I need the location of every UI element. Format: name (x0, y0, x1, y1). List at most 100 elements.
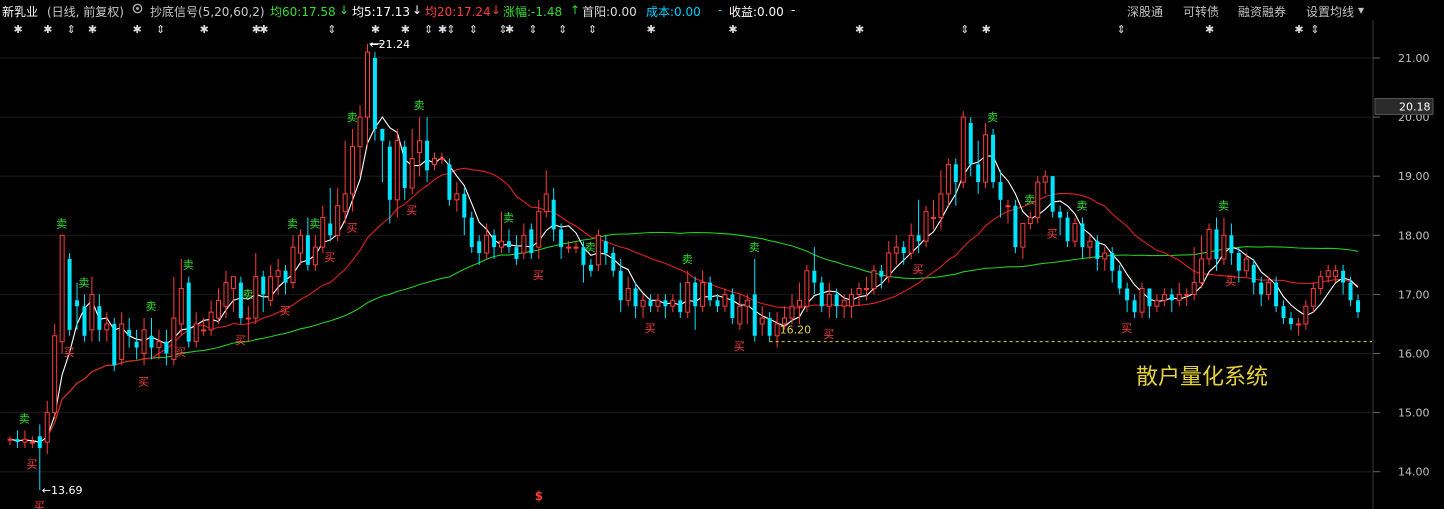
candle (991, 128, 996, 189)
candle (417, 117, 423, 177)
candle-body (1050, 176, 1055, 212)
star-marker: ✱ (401, 23, 410, 36)
candle-body (543, 193, 549, 213)
candle-body (1154, 299, 1160, 307)
candle-body (253, 276, 259, 319)
candle-body (789, 305, 795, 319)
candle (409, 128, 415, 194)
moving-average-lines (9, 116, 1359, 443)
candle (685, 270, 691, 319)
candle-body (350, 146, 356, 195)
candle-body (708, 282, 713, 301)
candle (372, 52, 377, 141)
candle (320, 205, 326, 254)
candle (261, 270, 266, 313)
buy-signal: 买 (913, 263, 924, 276)
candle (253, 253, 259, 324)
candle (953, 158, 958, 206)
candle (328, 188, 333, 242)
candle (380, 128, 385, 183)
candle-body (685, 282, 691, 313)
candle-body (1072, 222, 1078, 242)
candle (15, 430, 20, 449)
candles (7, 43, 1360, 491)
candle (97, 294, 102, 342)
candle (893, 235, 899, 265)
candle-body (863, 287, 869, 290)
sell-signal: 卖 (242, 288, 253, 301)
candle-body (1318, 276, 1324, 289)
candle-body (216, 299, 222, 319)
candle-body (871, 270, 877, 289)
candle (923, 205, 929, 248)
candle-body (261, 276, 266, 295)
candle-body (1087, 240, 1093, 248)
updown-marker: ⇕ (327, 23, 336, 36)
candle-body (945, 163, 951, 195)
star-marker: ✱ (13, 23, 22, 36)
candle-body (1341, 270, 1346, 283)
star-marker: ✱ (1205, 23, 1214, 36)
candle-body (1229, 235, 1234, 254)
candle (744, 294, 750, 324)
candle (492, 229, 497, 259)
candle-body (402, 146, 407, 189)
candle-body (595, 234, 601, 266)
candle (283, 264, 288, 295)
star-marker: ✱ (200, 23, 209, 36)
candle-body (1005, 205, 1011, 208)
candle-body (1139, 287, 1145, 313)
high-label: ←21.24 (369, 38, 410, 51)
support-label: 16.20 (780, 324, 812, 337)
candle-body (536, 211, 542, 248)
candle-body (1191, 282, 1197, 295)
candle-body (730, 294, 735, 319)
candle (223, 270, 229, 319)
candle-body (186, 282, 191, 342)
candle (1117, 264, 1122, 295)
candle-body (960, 116, 966, 183)
candle-body (1333, 270, 1339, 278)
updown-marker: ⇕ (469, 23, 478, 36)
candle (439, 152, 445, 165)
candle (75, 282, 80, 330)
candle-body (104, 323, 110, 331)
candle (998, 170, 1003, 218)
candle-body (1356, 300, 1360, 313)
candle (930, 199, 936, 230)
buy-signal: 买 (347, 222, 358, 235)
candle (462, 188, 467, 236)
candle (1027, 211, 1033, 230)
candle-body (1303, 305, 1309, 325)
top-markers: ✱ ✱ ✱ ✱ ✱ ✱✱ ✱ ✱ ✱ ✱ ✱ ✱ ✱ ✱ ✱ ✱⇕ ⇕ ⇕ ⇕ ⇕ ⇕ ⇕ ⇕ ⇕ ⇕ ⇕ ⇕ ⇕ (13, 23, 1319, 36)
buy-signal: 买 (644, 322, 655, 335)
candle-body (193, 323, 199, 343)
candle-body (1095, 241, 1100, 259)
candle-body (1013, 205, 1018, 248)
candle-body (1184, 293, 1190, 296)
candle (1080, 217, 1085, 259)
candle (1020, 222, 1026, 259)
candle-body (559, 229, 564, 248)
candle (364, 43, 370, 147)
candle-body (59, 234, 65, 343)
candle-body (15, 439, 20, 443)
candle-body (625, 287, 631, 301)
candle-body (1125, 288, 1130, 301)
candle (767, 312, 772, 342)
candle (945, 158, 951, 206)
candle-body (819, 282, 824, 307)
candle-body (245, 317, 251, 320)
candlestick-chart[interactable]: 买买买买买买买买买买买买买买买买买买卖卖卖卖卖卖卖 卖卖卖卖卖卖卖卖卖卖卖 ✱ ✱ ✱… (0, 0, 1444, 509)
candle-body (1110, 253, 1115, 271)
candle (127, 318, 132, 348)
candle-body (700, 282, 706, 307)
candle-body (67, 258, 72, 330)
candle (595, 229, 601, 271)
candle (819, 276, 824, 313)
sell-signal: 卖 (183, 259, 194, 272)
candle-body (462, 193, 467, 218)
star-marker: ✱ (259, 23, 268, 36)
sell-signal: 卖 (1024, 194, 1035, 207)
candle-body (82, 306, 87, 336)
